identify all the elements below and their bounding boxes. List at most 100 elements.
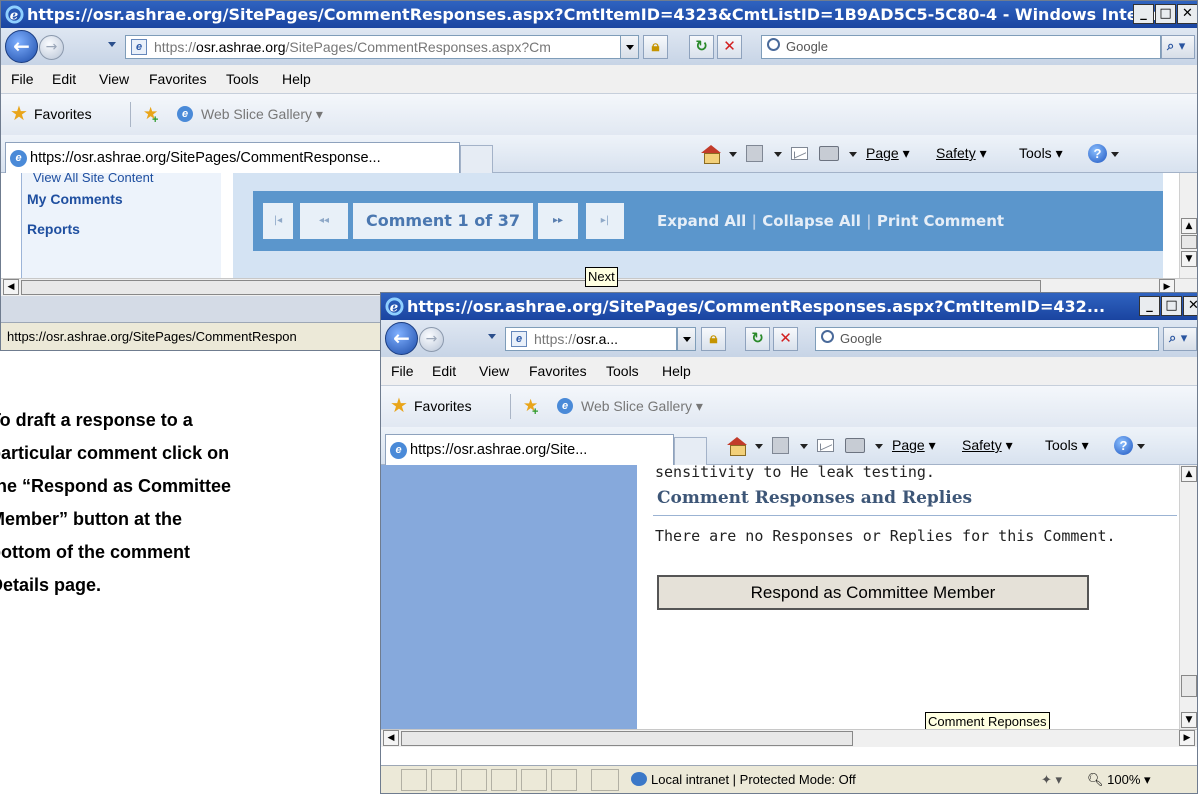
- help-dropdown-icon[interactable]: [1111, 152, 1119, 157]
- menu-file[interactable]: File: [11, 65, 34, 93]
- scroll-down-arrow[interactable]: ▼: [1181, 251, 1197, 267]
- address-bar[interactable]: e https://osr.a...: [505, 327, 677, 351]
- feeds-icon[interactable]: [772, 437, 789, 454]
- stop-icon[interactable]: ✕: [717, 35, 742, 59]
- close-button[interactable]: ✕: [1183, 296, 1197, 316]
- scroll-up-arrow[interactable]: ▲: [1181, 466, 1197, 482]
- add-favorites-icon[interactable]: ★ +: [143, 104, 158, 126]
- tab-active[interactable]: e https://osr.ashrae.org/SitePages/Comme…: [5, 142, 460, 173]
- scroll-right-arrow[interactable]: ▶: [1179, 730, 1195, 746]
- menu-view[interactable]: View: [99, 65, 129, 93]
- next-comment-button[interactable]: ▸▸: [538, 203, 578, 239]
- search-go-button[interactable]: ⌕ ▾: [1161, 35, 1195, 59]
- menu-tools[interactable]: Tools: [226, 65, 259, 93]
- zoom-level[interactable]: 🔍︎ 100% ▾: [1087, 766, 1151, 793]
- scroll-left-arrow[interactable]: ◀: [383, 730, 399, 746]
- home-icon[interactable]: [727, 437, 747, 456]
- feeds-dropdown-icon[interactable]: [800, 444, 808, 449]
- close-button[interactable]: ✕: [1177, 4, 1197, 24]
- home-icon[interactable]: [701, 145, 721, 164]
- home-dropdown-icon[interactable]: [755, 444, 763, 449]
- print-dropdown-icon[interactable]: [875, 444, 883, 449]
- expand-all-link[interactable]: Expand All: [657, 212, 746, 230]
- search-go-button[interactable]: ⌕ ▾: [1163, 327, 1197, 351]
- feeds-dropdown-icon[interactable]: [774, 152, 782, 157]
- maximize-button[interactable]: □: [1161, 296, 1182, 316]
- web-slice-gallery[interactable]: Web Slice Gallery ▾: [201, 94, 323, 134]
- security-icon[interactable]: ✦ ▾: [1041, 766, 1062, 793]
- mail-icon[interactable]: [791, 147, 808, 160]
- previous-comment-button[interactable]: ◂◂: [300, 203, 348, 239]
- scroll-thumb[interactable]: [1181, 235, 1197, 249]
- feeds-icon[interactable]: [746, 145, 763, 162]
- minimize-button[interactable]: _: [1139, 296, 1160, 316]
- safety-menu[interactable]: Safety ▾: [962, 427, 1013, 463]
- minimize-button[interactable]: _: [1133, 4, 1154, 24]
- tools-menu[interactable]: Tools ▾: [1045, 427, 1089, 463]
- address-dropdown[interactable]: [677, 327, 696, 351]
- back-arrow-icon[interactable]: ←: [385, 322, 418, 355]
- print-dropdown-icon[interactable]: [849, 152, 857, 157]
- add-favorites-icon[interactable]: ★ +: [523, 396, 538, 418]
- sidebar-item-my-comments[interactable]: My Comments: [27, 191, 123, 207]
- menu-tools[interactable]: Tools: [606, 357, 639, 385]
- address-bar[interactable]: e https://osr.ashrae.org/SitePages/Comme…: [125, 35, 621, 59]
- help-dropdown-icon[interactable]: [1137, 444, 1145, 449]
- scroll-left-arrow[interactable]: ◀: [3, 279, 19, 295]
- menu-help[interactable]: Help: [282, 65, 311, 93]
- respond-as-committee-member-button[interactable]: Respond as Committee Member: [657, 575, 1089, 610]
- favorites-button[interactable]: Favorites: [414, 386, 472, 426]
- search-input[interactable]: Google: [761, 35, 1161, 59]
- history-dropdown-icon[interactable]: [108, 42, 116, 47]
- menu-favorites[interactable]: Favorites: [149, 65, 207, 93]
- ie-tab-icon: e: [10, 150, 27, 167]
- scroll-up-arrow[interactable]: ▲: [1181, 218, 1197, 234]
- refresh-icon[interactable]: ↻: [689, 35, 714, 59]
- menu-view[interactable]: View: [479, 357, 509, 385]
- vertical-scrollbar[interactable]: ▲ ▼: [1179, 173, 1197, 278]
- search-input[interactable]: Google: [815, 327, 1159, 351]
- new-tab-button[interactable]: [460, 145, 493, 173]
- last-comment-button[interactable]: ▸|: [586, 203, 624, 239]
- scroll-down-arrow[interactable]: ▼: [1181, 712, 1197, 728]
- new-tab-button[interactable]: [674, 437, 707, 465]
- refresh-icon[interactable]: ↻: [745, 327, 770, 351]
- mail-icon[interactable]: [817, 439, 834, 452]
- print-comment-link[interactable]: Print Comment: [877, 212, 1004, 230]
- menu-favorites[interactable]: Favorites: [529, 357, 587, 385]
- home-dropdown-icon[interactable]: [729, 152, 737, 157]
- page-menu[interactable]: Page ▾: [892, 427, 936, 463]
- menu-edit[interactable]: Edit: [432, 357, 456, 385]
- back-arrow-icon[interactable]: ←: [5, 30, 38, 63]
- web-slice-gallery[interactable]: Web Slice Gallery ▾: [581, 386, 703, 426]
- horizontal-scrollbar[interactable]: ◀ ▶: [381, 729, 1197, 747]
- favorites-button[interactable]: Favorites: [34, 94, 92, 134]
- menu-edit[interactable]: Edit: [52, 65, 76, 93]
- help-icon[interactable]: ?: [1114, 436, 1133, 455]
- address-dropdown[interactable]: [620, 35, 639, 59]
- print-icon[interactable]: [845, 438, 865, 453]
- first-comment-button[interactable]: |◂: [263, 203, 293, 239]
- maximize-button[interactable]: □: [1155, 4, 1176, 24]
- forward-arrow-icon[interactable]: →: [419, 327, 444, 352]
- h-scroll-thumb[interactable]: [401, 731, 853, 746]
- scroll-thumb[interactable]: [1181, 675, 1197, 697]
- forward-arrow-icon[interactable]: →: [39, 35, 64, 60]
- menu-file[interactable]: File: [391, 357, 414, 385]
- sidebar-item-reports[interactable]: Reports: [27, 221, 80, 237]
- page-menu[interactable]: Page ▾: [866, 135, 910, 171]
- stop-icon[interactable]: ✕: [773, 327, 798, 351]
- collapse-all-link[interactable]: Collapse All: [762, 212, 861, 230]
- lock-icon[interactable]: 🔒︎: [701, 327, 726, 351]
- help-icon[interactable]: ?: [1088, 144, 1107, 163]
- print-icon[interactable]: [819, 146, 839, 161]
- tools-menu[interactable]: Tools ▾: [1019, 135, 1063, 171]
- tab-active[interactable]: e https://osr.ashrae.org/Site...: [385, 434, 674, 465]
- zone-text[interactable]: Local intranet | Protected Mode: Off: [651, 766, 856, 793]
- safety-menu[interactable]: Safety ▾: [936, 135, 987, 171]
- history-dropdown-icon[interactable]: [488, 334, 496, 339]
- web-slice-icon: e: [177, 106, 193, 122]
- vertical-scrollbar[interactable]: ▲ ▼: [1179, 465, 1197, 729]
- lock-icon[interactable]: 🔒︎: [643, 35, 668, 59]
- menu-help[interactable]: Help: [662, 357, 691, 385]
